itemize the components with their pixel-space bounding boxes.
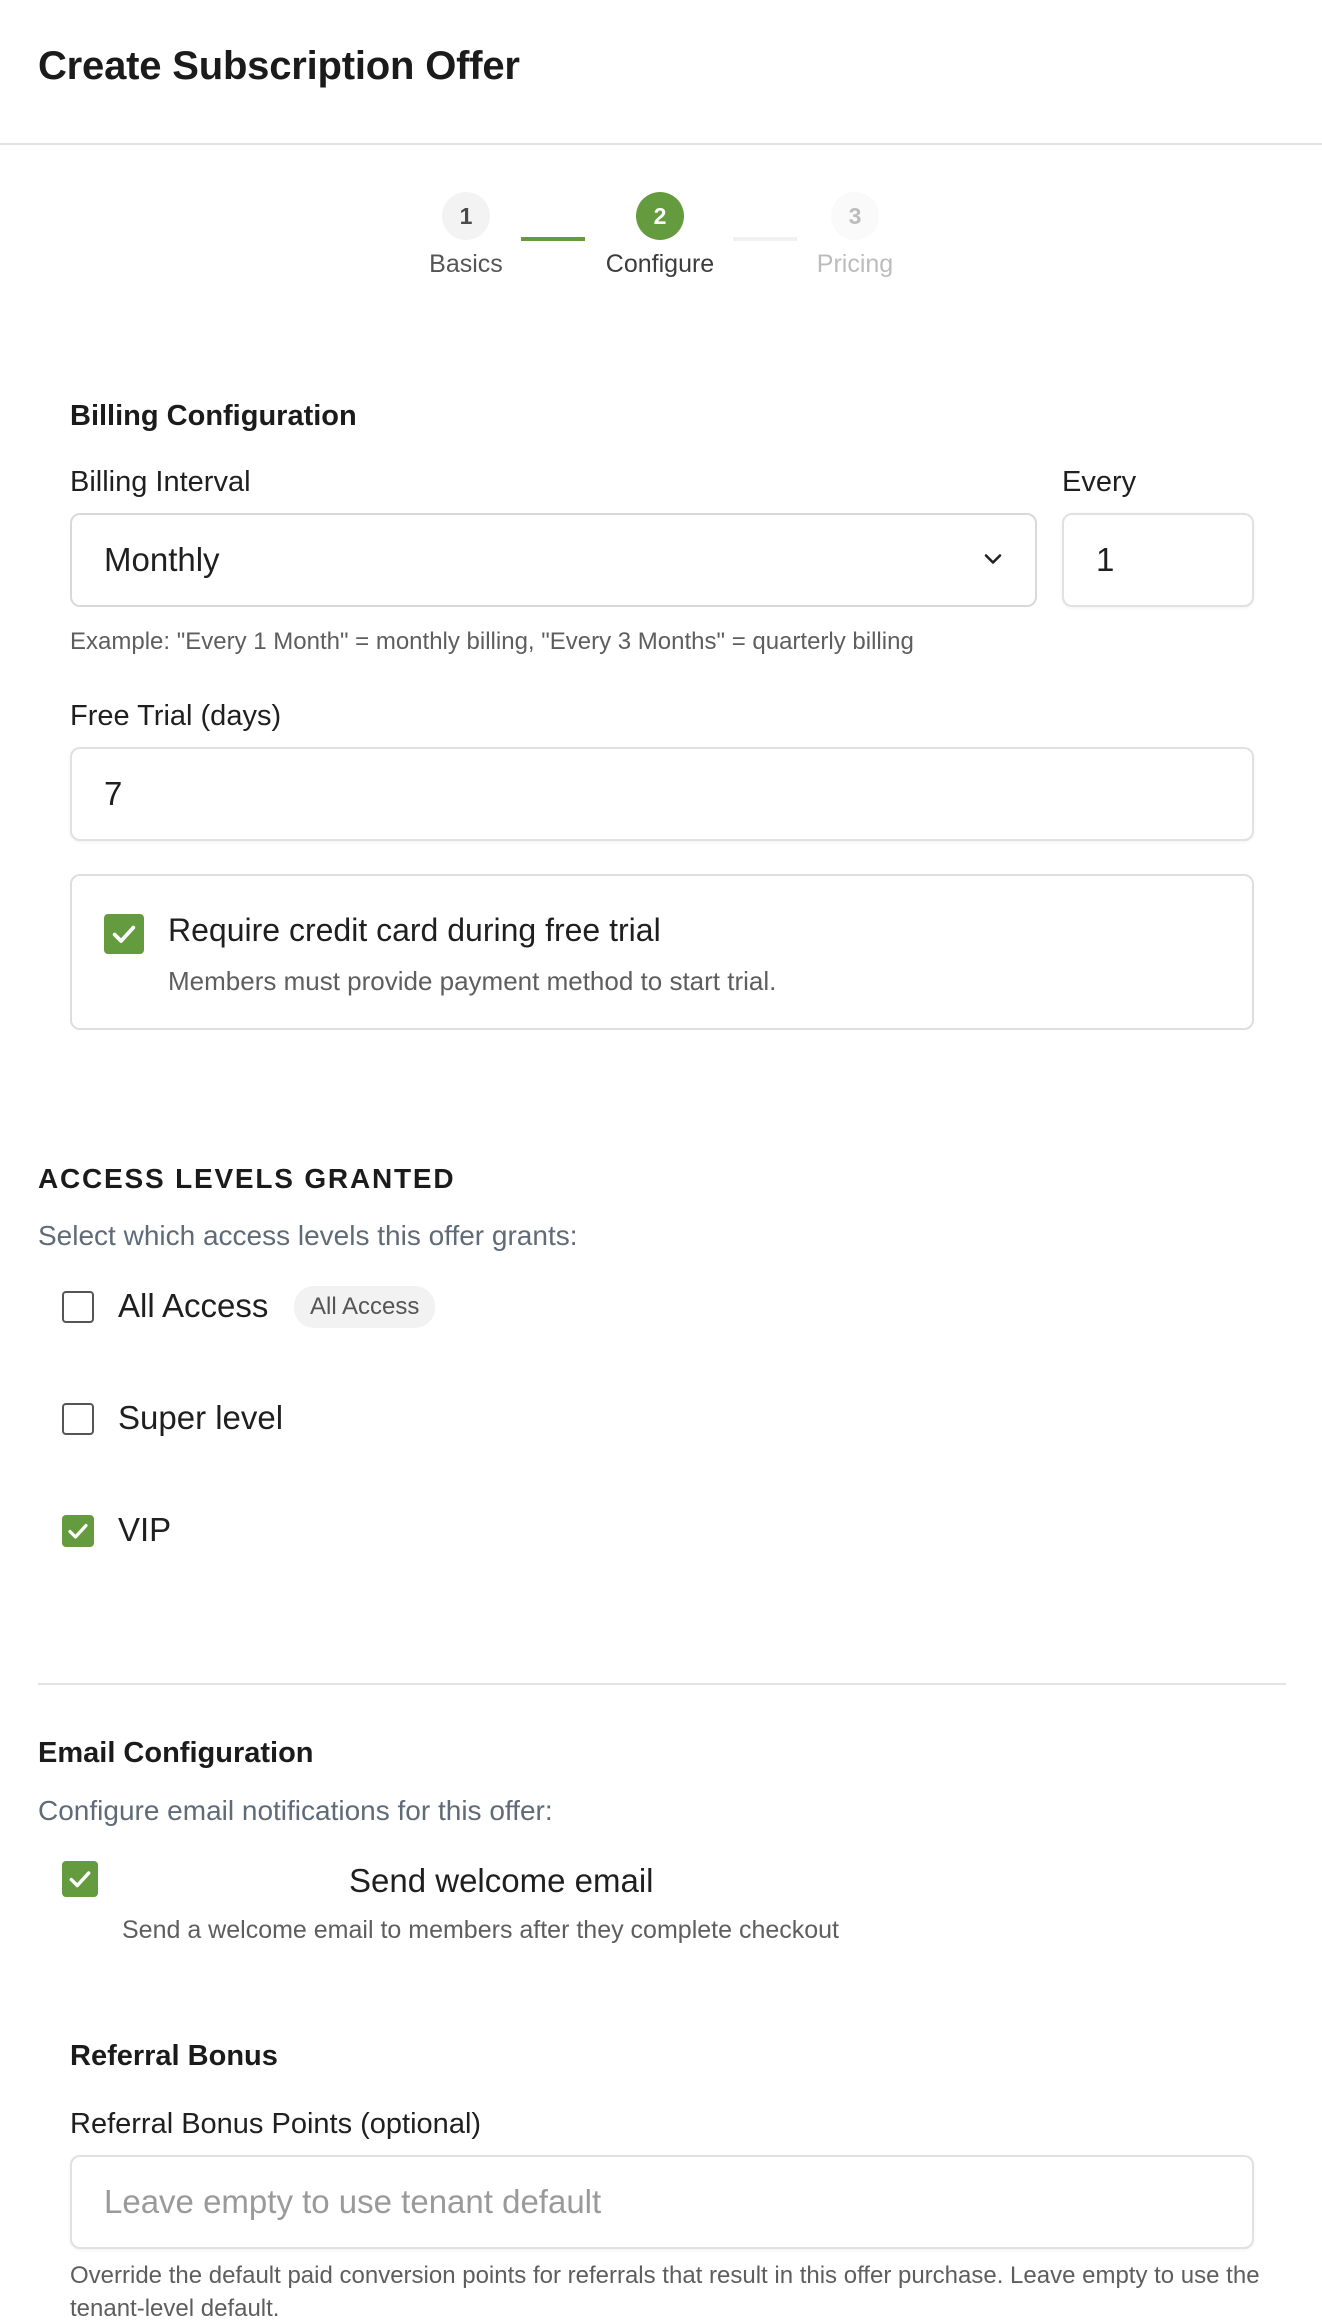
step-label: Pricing — [816, 250, 894, 278]
welcome-email-label: Send welcome email — [349, 1862, 654, 1899]
referral-heading: Referral Bonus — [70, 2040, 278, 2072]
step-label: Configure — [605, 250, 715, 278]
referral-help-text: Override the default paid conversion poi… — [70, 2262, 1260, 2322]
step-configure[interactable]: 2 Configure — [580, 192, 740, 279]
welcome-email-checkbox[interactable] — [62, 1861, 98, 1897]
billing-interval-label: Billing Interval — [70, 466, 251, 498]
step-pricing[interactable]: 3 Pricing — [775, 192, 935, 279]
credit-card-help: Members must provide payment method to s… — [168, 966, 777, 996]
access-label-all-access: All Access — [118, 1287, 269, 1324]
check-icon — [68, 1523, 88, 1539]
check-icon — [112, 925, 136, 943]
access-checkbox-vip[interactable] — [62, 1515, 94, 1547]
email-subtitle: Configure email notifications for this o… — [38, 1795, 553, 1826]
stepper: 1 Basics 2 Configure 3 Pricing — [0, 192, 1322, 292]
billing-heading: Billing Configuration — [70, 400, 357, 432]
access-badge: All Access — [294, 1286, 436, 1328]
referral-points-label: Referral Bonus Points (optional) — [70, 2108, 482, 2140]
step-number: 2 — [636, 192, 684, 240]
credit-card-option[interactable]: Require credit card during free trial Me… — [70, 874, 1254, 1030]
access-checkbox-all-access[interactable] — [62, 1291, 94, 1323]
step-basics[interactable]: 1 Basics — [386, 192, 546, 279]
access-levels-subtitle: Select which access levels this offer gr… — [38, 1220, 578, 1251]
welcome-email-help: Send a welcome email to members after th… — [122, 1916, 840, 1944]
free-trial-input[interactable] — [70, 747, 1254, 841]
credit-card-label: Require credit card during free trial — [168, 912, 661, 948]
section-divider — [38, 1683, 1286, 1685]
every-input[interactable] — [1062, 513, 1254, 607]
credit-card-checkbox[interactable] — [104, 914, 144, 954]
email-heading: Email Configuration — [38, 1737, 314, 1769]
every-label: Every — [1062, 466, 1137, 498]
billing-interval-select[interactable]: Monthly — [70, 513, 1037, 607]
page-title: Create Subscription Offer — [38, 44, 520, 88]
step-number: 1 — [442, 192, 490, 240]
access-checkbox-super-level[interactable] — [62, 1403, 94, 1435]
page-header: Create Subscription Offer — [0, 0, 1322, 145]
step-label: Basics — [429, 250, 503, 278]
step-number: 3 — [831, 192, 879, 240]
access-label-super-level: Super level — [118, 1399, 284, 1436]
free-trial-label: Free Trial (days) — [70, 700, 282, 732]
check-icon — [69, 1871, 91, 1888]
referral-points-input[interactable] — [70, 2155, 1254, 2249]
billing-interval-value: Monthly — [104, 541, 220, 578]
billing-example-text: Example: "Every 1 Month" = monthly billi… — [70, 628, 914, 655]
access-label-vip: VIP — [118, 1511, 172, 1548]
access-levels-heading: ACCESS LEVELS GRANTED — [38, 1163, 456, 1194]
chevron-down-icon — [984, 554, 1002, 564]
